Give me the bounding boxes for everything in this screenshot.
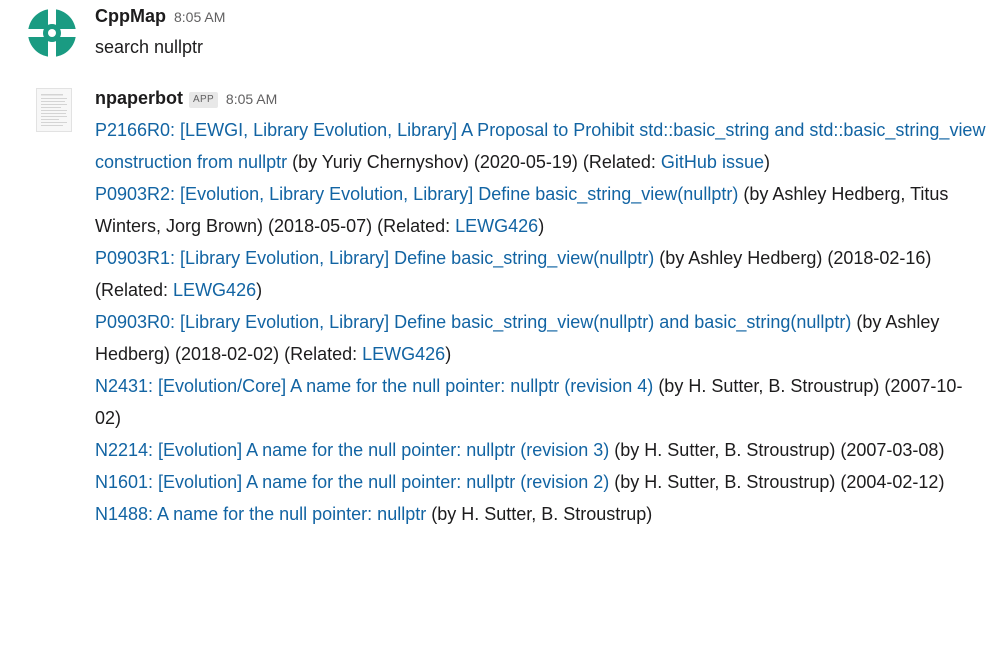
- paper-link[interactable]: N2214: [Evolution] A name for the null p…: [95, 440, 609, 460]
- related-link[interactable]: LEWG426: [455, 216, 538, 236]
- sender-name[interactable]: CppMap: [95, 6, 166, 27]
- paper-link[interactable]: P0903R2: [Evolution, Library Evolution, …: [95, 184, 738, 204]
- related-link[interactable]: LEWG426: [362, 344, 445, 364]
- paper-details-close: ): [538, 216, 545, 236]
- document-thumbnail-icon[interactable]: [36, 88, 72, 132]
- paper-details-close: ): [763, 152, 770, 172]
- app-badge: APP: [189, 92, 218, 108]
- paper-details: (by H. Sutter, B. Stroustrup): [426, 504, 653, 524]
- result-item: N1488: A name for the null pointer: null…: [95, 498, 986, 530]
- result-item: N1601: [Evolution] A name for the null p…: [95, 466, 986, 498]
- message-timestamp[interactable]: 8:05 AM: [226, 91, 277, 107]
- result-item: P0903R1: [Library Evolution, Library] De…: [95, 242, 986, 306]
- paper-link[interactable]: N1488: A name for the null pointer: null…: [95, 504, 426, 524]
- result-item: P2166R0: [LEWGI, Library Evolution, Libr…: [95, 114, 986, 178]
- message-text: search nullptr: [95, 37, 204, 57]
- message-timestamp[interactable]: 8:05 AM: [174, 9, 225, 25]
- search-results: P2166R0: [LEWGI, Library Evolution, Libr…: [95, 114, 986, 530]
- paper-details: (by H. Sutter, B. Stroustrup) (2007-03-0…: [609, 440, 945, 460]
- result-item: N2431: [Evolution/Core] A name for the n…: [95, 370, 986, 434]
- result-item: P0903R2: [Evolution, Library Evolution, …: [95, 178, 986, 242]
- paper-details: (by H. Sutter, B. Stroustrup) (2004-02-1…: [609, 472, 945, 492]
- paper-link[interactable]: N2431: [Evolution/Core] A name for the n…: [95, 376, 653, 396]
- paper-link[interactable]: N1601: [Evolution] A name for the null p…: [95, 472, 609, 492]
- related-link[interactable]: GitHub issue: [661, 152, 764, 172]
- paper-details-close: ): [445, 344, 452, 364]
- related-link[interactable]: LEWG426: [173, 280, 256, 300]
- result-item: P0903R0: [Library Evolution, Library] De…: [95, 306, 986, 370]
- cppmap-logo-icon[interactable]: [28, 9, 76, 57]
- paper-details: (by Yuriy Chernyshov) (2020-05-19) (Rela…: [287, 152, 661, 172]
- result-item: N2214: [Evolution] A name for the null p…: [95, 434, 986, 466]
- paper-link[interactable]: P0903R1: [Library Evolution, Library] De…: [95, 248, 654, 268]
- sender-name[interactable]: npaperbot: [95, 88, 183, 109]
- paper-details-close: ): [256, 280, 263, 300]
- paper-link[interactable]: P0903R0: [Library Evolution, Library] De…: [95, 312, 851, 332]
